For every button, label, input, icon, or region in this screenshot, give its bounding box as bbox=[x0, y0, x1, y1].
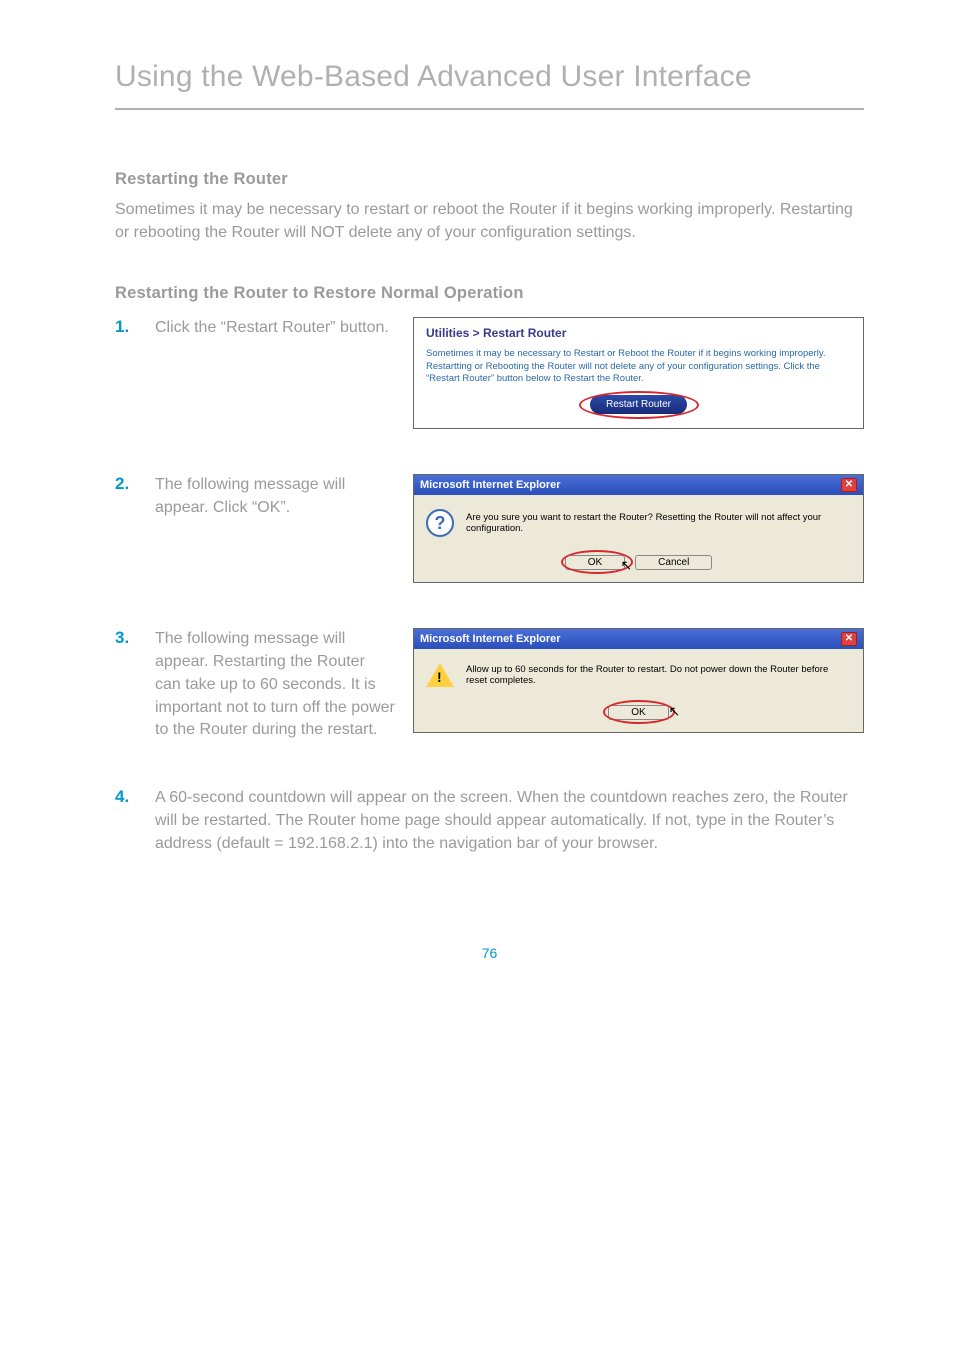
step-4-number: 4. bbox=[115, 787, 137, 807]
step-3-number: 3. bbox=[115, 628, 137, 648]
step-4-text: A 60-second countdown will appear on the… bbox=[155, 787, 864, 855]
section-restore-title: Restarting the Router to Restore Normal … bbox=[115, 284, 864, 303]
page-number: 76 bbox=[115, 945, 864, 961]
screenshot-confirm-dialog: Microsoft Internet Explorer ✕ ? Are you … bbox=[413, 474, 864, 583]
panel-description: Sometimes it may be necessary to Restart… bbox=[426, 348, 851, 385]
panel-breadcrumb: Utilities > Restart Router bbox=[426, 326, 851, 340]
close-icon[interactable]: ✕ bbox=[841, 632, 857, 646]
screenshot-restart-router-panel: Utilities > Restart Router Sometimes it … bbox=[413, 317, 864, 429]
step-3: 3. The following message will appear. Re… bbox=[115, 628, 864, 742]
step-2: 2. The following message will appear. Cl… bbox=[115, 474, 864, 583]
section-restarting-body: Sometimes it may be necessary to restart… bbox=[115, 199, 864, 244]
screenshot-wait-dialog: Microsoft Internet Explorer ✕ Allow up t… bbox=[413, 628, 864, 733]
cursor-icon: ↖ bbox=[669, 703, 681, 720]
dialog-titlebar: Microsoft Internet Explorer ✕ bbox=[414, 629, 863, 649]
cancel-button[interactable]: Cancel bbox=[635, 555, 712, 570]
restart-router-button[interactable]: Restart Router bbox=[590, 395, 687, 414]
dialog-titlebar: Microsoft Internet Explorer ✕ bbox=[414, 475, 863, 495]
step-1-text: Click the “Restart Router” button. bbox=[155, 317, 395, 340]
cursor-icon: ↖ bbox=[621, 557, 633, 574]
dialog-title: Microsoft Internet Explorer bbox=[420, 479, 561, 491]
step-1-number: 1. bbox=[115, 317, 137, 337]
step-2-text: The following message will appear. Click… bbox=[155, 474, 395, 519]
question-icon: ? bbox=[426, 509, 454, 537]
dialog-wait-message: Allow up to 60 seconds for the Router to… bbox=[466, 664, 851, 686]
dialog-title: Microsoft Internet Explorer bbox=[420, 633, 561, 645]
dialog-confirm-message: Are you sure you want to restart the Rou… bbox=[466, 512, 851, 534]
close-icon[interactable]: ✕ bbox=[841, 478, 857, 492]
step-2-number: 2. bbox=[115, 474, 137, 494]
step-4: 4. A 60-second countdown will appear on … bbox=[115, 787, 864, 855]
ok-button[interactable]: OK bbox=[608, 705, 668, 720]
ok-button[interactable]: OK bbox=[565, 555, 625, 570]
section-restarting-title: Restarting the Router bbox=[115, 170, 864, 189]
warning-icon bbox=[426, 663, 454, 687]
step-3-text: The following message will appear. Resta… bbox=[155, 628, 395, 742]
page-banner: Using the Web-Based Advanced User Interf… bbox=[115, 60, 864, 110]
step-1: 1. Click the “Restart Router” button. Ut… bbox=[115, 317, 864, 429]
